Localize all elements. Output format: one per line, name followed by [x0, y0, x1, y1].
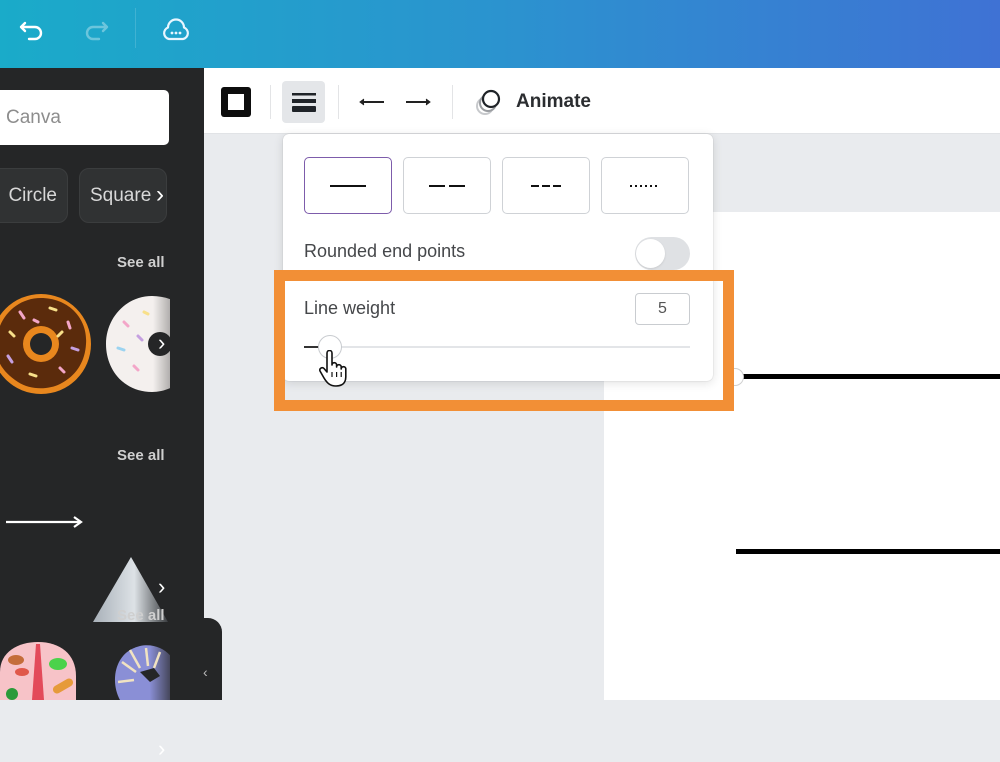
chevron-right-icon: ›	[156, 181, 164, 208]
redo-button[interactable]	[76, 12, 116, 48]
context-toolbar: Animate	[204, 68, 1000, 134]
row-next-button[interactable]: ›	[158, 330, 165, 356]
toolbar-divider	[270, 85, 271, 119]
chip-square[interactable]: Square	[79, 168, 167, 223]
animate-icon	[476, 89, 501, 115]
chevron-right-icon: ›	[158, 574, 166, 599]
chevron-right-icon: ›	[158, 330, 166, 355]
animate-label: Animate	[516, 91, 591, 112]
cloud-sync-icon	[163, 18, 189, 41]
border-style-button[interactable]	[216, 81, 256, 123]
chevron-left-icon: ‹	[203, 664, 208, 680]
undo-button[interactable]	[12, 12, 52, 48]
top-bar	[0, 0, 1000, 68]
rounded-end-points-toggle[interactable]	[635, 237, 690, 270]
chip-circle[interactable]: Circle	[0, 168, 68, 223]
line-start-button[interactable]	[354, 81, 390, 123]
line-element-selected[interactable]	[736, 374, 1000, 379]
chevron-right-icon: ›	[158, 736, 166, 761]
slider-thumb[interactable]	[318, 335, 343, 359]
cloud-sync-button[interactable]	[156, 12, 196, 48]
line-style-short-dash[interactable]	[502, 157, 590, 214]
chip-label: Circle	[8, 184, 57, 206]
line-weight-label: Line weight	[304, 298, 396, 318]
chip-label: Square	[90, 184, 152, 206]
animate-button[interactable]: Animate	[468, 81, 597, 123]
line-weight-slider[interactable]	[304, 335, 690, 359]
element-arrow-line[interactable]	[4, 512, 84, 537]
line-style-button[interactable]	[282, 81, 325, 123]
square-border-icon	[221, 87, 251, 117]
arrow-left-icon	[359, 98, 384, 106]
line-style-long-dash[interactable]	[403, 157, 491, 214]
search-box[interactable]	[0, 90, 169, 145]
topbar-divider	[135, 8, 136, 48]
toolbar-divider	[338, 85, 339, 119]
dotted-line-icon	[630, 184, 660, 187]
slider-fill	[304, 346, 320, 348]
line-endpoint-handle[interactable]	[726, 368, 744, 386]
collapse-panel-button[interactable]: ‹	[184, 618, 222, 700]
chips-next-button[interactable]: ›	[156, 181, 164, 209]
see-all-link[interactable]: See all	[117, 607, 165, 624]
line-end-button[interactable]	[400, 81, 436, 123]
toolbar-divider	[452, 85, 453, 119]
search-input[interactable]	[0, 90, 169, 145]
element-paris-sticker[interactable]	[0, 642, 78, 705]
element-chocolate-donut[interactable]	[0, 292, 92, 401]
row-next-button[interactable]: ›	[158, 736, 165, 762]
line-style-solid[interactable]	[304, 157, 392, 214]
see-all-link[interactable]: See all	[117, 447, 165, 464]
short-dash-icon	[531, 184, 561, 187]
arrow-right-icon	[406, 98, 431, 106]
elements-panel: Circle Square › See all	[0, 68, 204, 761]
rounded-end-points-label: Rounded end points	[304, 241, 466, 261]
solid-line-icon	[330, 184, 366, 187]
see-all-link[interactable]: See all	[117, 254, 165, 271]
line-weight-input[interactable]	[635, 293, 690, 325]
long-dash-icon	[429, 184, 465, 187]
toggle-knob	[636, 239, 665, 268]
row-next-button[interactable]: ›	[158, 574, 165, 600]
undo-icon	[19, 21, 43, 41]
redo-icon	[85, 21, 109, 41]
line-style-popover: Rounded end points Line weight	[283, 134, 713, 381]
line-style-dotted[interactable]	[601, 157, 689, 214]
line-weight-icon	[291, 93, 316, 112]
line-element[interactable]	[736, 549, 1000, 554]
element-striped-donut[interactable]	[110, 642, 170, 700]
